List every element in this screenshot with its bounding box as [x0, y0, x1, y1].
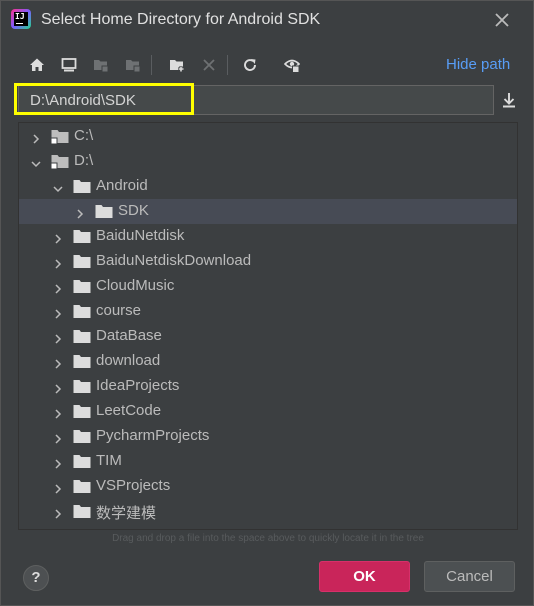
- tree-row[interactable]: SDK: [19, 199, 517, 224]
- tree-item-label: course: [96, 302, 142, 319]
- folder-icon: [73, 329, 91, 349]
- chevron-right-icon[interactable]: [31, 131, 41, 144]
- folder-icon: [73, 304, 91, 324]
- file-chooser-toolbar: [23, 53, 323, 77]
- close-icon: [495, 13, 509, 27]
- module-folder-icon: [126, 60, 141, 73]
- chevron-right-icon[interactable]: [53, 381, 63, 394]
- chevron-right-icon[interactable]: [53, 231, 63, 244]
- chevron-right-icon[interactable]: [53, 256, 63, 269]
- tree-item-label: PycharmProjects: [96, 427, 210, 444]
- folder-icon: [73, 504, 91, 524]
- tree-item-label: Android: [96, 177, 148, 194]
- delete-button[interactable]: [197, 53, 221, 77]
- close-button[interactable]: [491, 9, 513, 31]
- project-button[interactable]: [89, 53, 113, 77]
- toolbar-separator: [227, 55, 228, 75]
- tree-item-label: C:\: [74, 127, 94, 144]
- tree-row[interactable]: C:\: [19, 124, 517, 149]
- chevron-down-icon[interactable]: [53, 181, 63, 193]
- tree-item-label: DataBase: [96, 327, 162, 344]
- intellij-logo-icon: IJ: [11, 9, 31, 29]
- folder-icon: [73, 279, 91, 299]
- tree-row[interactable]: LeetCode: [19, 399, 517, 424]
- tree-row[interactable]: BaiduNetdisk: [19, 224, 517, 249]
- folder-icon: [73, 404, 91, 424]
- show-hidden-files-button[interactable]: [280, 53, 304, 77]
- tree-item-label: BaiduNetdiskDownload: [96, 252, 252, 269]
- tree-item-label: TIM: [96, 452, 122, 469]
- folder-icon: [73, 229, 91, 249]
- tree-row[interactable]: PycharmProjects: [19, 424, 517, 449]
- tree-row[interactable]: course: [19, 299, 517, 324]
- eye-icon: [284, 59, 300, 73]
- new-folder-button[interactable]: [165, 53, 189, 77]
- module-button[interactable]: [121, 53, 145, 77]
- tree-row[interactable]: IdeaProjects: [19, 374, 517, 399]
- home-icon: [30, 58, 44, 71]
- cancel-button[interactable]: Cancel: [424, 561, 515, 592]
- drive-icon: [50, 154, 69, 174]
- refresh-icon: [244, 59, 256, 71]
- tree-row[interactable]: VSProjects: [19, 474, 517, 499]
- hide-path-link[interactable]: Hide path: [446, 56, 510, 73]
- chevron-right-icon[interactable]: [53, 356, 63, 369]
- directory-tree[interactable]: C:\ D:\ Android SDK BaiduNetdisk BaiduNetdisk…: [18, 122, 518, 530]
- tree-item-label: LeetCode: [96, 402, 162, 419]
- folder-icon: [73, 354, 91, 374]
- chevron-right-icon[interactable]: [75, 206, 85, 219]
- tree-row[interactable]: 数学建模: [19, 499, 517, 524]
- tree-row[interactable]: Android: [19, 174, 517, 199]
- dialog-window: IJ Select Home Directory for Android SDK: [0, 0, 534, 606]
- refresh-button[interactable]: [238, 53, 262, 77]
- folder-icon: [73, 179, 91, 199]
- chevron-right-icon[interactable]: [53, 431, 63, 444]
- drive-icon: [50, 129, 69, 149]
- chevron-right-icon[interactable]: [53, 281, 63, 294]
- download-icon: [503, 93, 515, 108]
- project-folder-icon: [94, 60, 109, 73]
- folder-icon: [73, 254, 91, 274]
- chevron-right-icon[interactable]: [53, 331, 63, 344]
- folder-icon: [73, 379, 91, 399]
- tree-item-label: CloudMusic: [96, 277, 175, 294]
- tree-row[interactable]: DataBase: [19, 324, 517, 349]
- drag-drop-hint: Drag and drop a file into the space abov…: [112, 533, 424, 544]
- desktop-icon: [61, 58, 77, 72]
- tree-row[interactable]: BaiduNetdiskDownload: [19, 249, 517, 274]
- tree-item-label: 数学建模: [96, 505, 157, 522]
- dialog-title: Select Home Directory for Android SDK: [41, 11, 321, 28]
- tree-item-label: IdeaProjects: [96, 377, 180, 394]
- home-button[interactable]: [25, 53, 49, 77]
- toolbar-separator: [151, 55, 152, 75]
- folder-icon: [95, 204, 113, 224]
- path-input[interactable]: [30, 90, 230, 110]
- new-folder-icon: [170, 60, 184, 72]
- folder-icon: [73, 479, 91, 499]
- ok-button[interactable]: OK: [319, 561, 410, 592]
- desktop-button[interactable]: [57, 53, 81, 77]
- folder-icon: [73, 429, 91, 449]
- folder-icon: [73, 454, 91, 474]
- tree-row[interactable]: CloudMusic: [19, 274, 517, 299]
- tree-item-label: BaiduNetdisk: [96, 227, 185, 244]
- help-button[interactable]: ?: [23, 565, 49, 591]
- chevron-right-icon[interactable]: [53, 306, 63, 319]
- tree-row[interactable]: D:\: [19, 149, 517, 174]
- tree-item-label: D:\: [74, 152, 94, 169]
- chevron-right-icon[interactable]: [53, 481, 63, 494]
- tree-row[interactable]: download: [19, 349, 517, 374]
- tree-item-label: download: [96, 352, 161, 369]
- chevron-right-icon[interactable]: [53, 506, 63, 519]
- delete-icon: [203, 59, 215, 71]
- tree-row[interactable]: TIM: [19, 449, 517, 474]
- title-bar: IJ Select Home Directory for Android SDK: [1, 1, 533, 41]
- chevron-down-icon[interactable]: [31, 156, 41, 168]
- download-button[interactable]: [498, 89, 520, 111]
- chevron-right-icon[interactable]: [53, 406, 63, 419]
- tree-item-label: SDK: [118, 202, 149, 219]
- tree-item-label: VSProjects: [96, 477, 171, 494]
- chevron-right-icon[interactable]: [53, 456, 63, 469]
